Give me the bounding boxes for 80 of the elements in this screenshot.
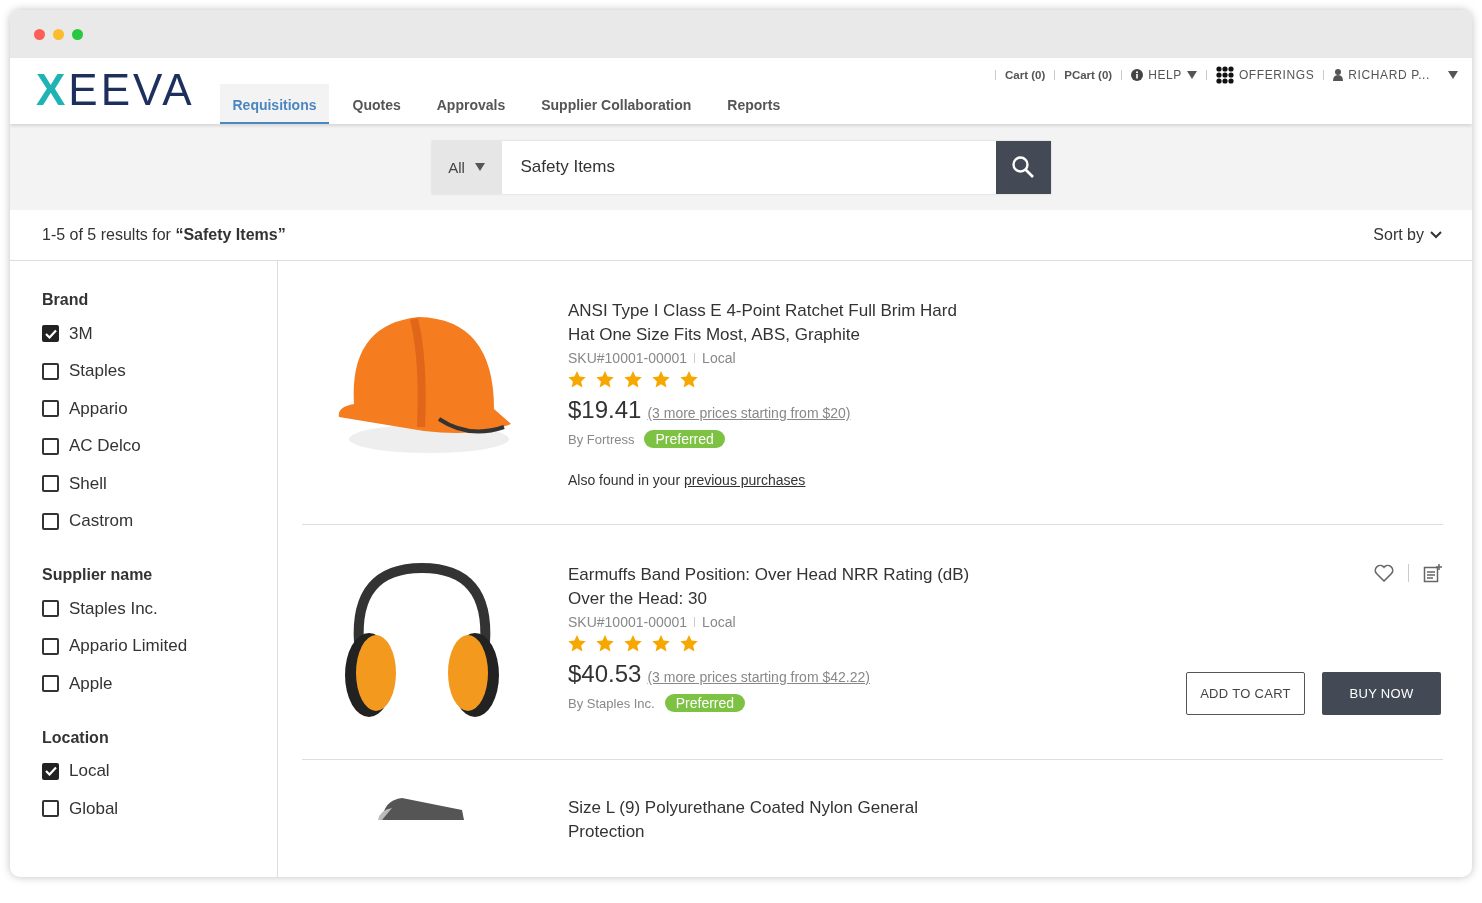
search-button[interactable] — [995, 140, 1051, 194]
star-icon — [624, 635, 642, 652]
supplier-name: By Fortress — [568, 431, 635, 447]
pcart-link[interactable]: PCart (0) — [1064, 69, 1113, 81]
info-icon — [1131, 69, 1144, 81]
star-icon — [624, 371, 642, 388]
filter-heading: Supplier name — [42, 566, 154, 584]
location-text: Local — [702, 614, 736, 630]
nav-tab[interactable]: Reports — [715, 84, 793, 124]
checkbox[interactable] — [42, 512, 59, 530]
filter-option-label[interactable]: Castrom — [69, 511, 134, 532]
star-icon — [680, 371, 698, 388]
nav-tab[interactable]: Quotes — [340, 84, 413, 124]
help-menu[interactable]: HELP — [1131, 68, 1197, 82]
checkbox[interactable] — [42, 800, 59, 818]
filter-option-label[interactable]: 3M — [69, 323, 93, 344]
sort-dropdown[interactable]: Sort by — [1373, 226, 1442, 244]
checkbox[interactable] — [42, 362, 59, 380]
cart-link[interactable]: Cart (0) — [1004, 69, 1046, 81]
checkbox[interactable] — [42, 475, 59, 493]
preferred-badge: Preferred — [664, 694, 746, 712]
more-prices-link[interactable]: (3 more prices starting from $42.22) — [647, 669, 870, 685]
grid-icon — [1215, 66, 1234, 84]
star-icon — [652, 371, 670, 388]
filter-option-label[interactable]: Shell — [69, 473, 107, 494]
filter-option-label[interactable]: Staples Inc. — [69, 598, 158, 619]
filter-option-label[interactable]: Local — [69, 761, 110, 782]
checkbox[interactable] — [42, 675, 59, 693]
filter-option-label[interactable]: Global — [69, 798, 119, 819]
star-icon — [568, 635, 586, 652]
chevron-icon — [1430, 231, 1442, 239]
location-text: Local — [702, 350, 736, 366]
nav-tab[interactable]: Approvals — [424, 84, 518, 124]
sku-text: SKU#10001-00001 — [568, 614, 688, 630]
preferred-badge: Preferred — [644, 430, 725, 448]
filter-option-label[interactable]: Apple — [69, 673, 113, 694]
previous-purchases-link[interactable]: previous purchases — [683, 472, 806, 488]
more-prices-link[interactable]: (3 more prices starting from $20) — [647, 405, 851, 421]
user-menu[interactable]: RICHARD P... — [1333, 68, 1458, 82]
add-to-cart-button[interactable]: ADD TO CART — [1186, 672, 1305, 715]
product-title[interactable]: ANSI Type I Class E 4-Point Ratchet Full Brim Hard Hat One Size Fits Most, ABS, Graphite — [568, 299, 988, 347]
star-icon — [680, 635, 698, 652]
filter-option-label[interactable]: AC Delco — [69, 436, 141, 457]
search-field[interactable]: Safety Items — [501, 140, 996, 194]
results-summary: 1-5 of 5 results for “Safety Items” — [42, 226, 286, 244]
search-icon — [1012, 156, 1034, 178]
filter-heading: Location — [42, 728, 110, 747]
price: $19.41 — [568, 396, 642, 424]
offerings-menu[interactable]: OFFERINGS — [1215, 66, 1315, 84]
xeeva-logo[interactable]: XEEVA — [10, 58, 221, 112]
filter-option-label[interactable]: Appario Limited — [69, 636, 188, 657]
product-title[interactable]: Earmuffs Band Position: Over Head NRR Rating (dB) Over the Head: 30 — [568, 563, 988, 611]
product-title[interactable]: Size L (9) Polyurethane Coated Nylon General Protection — [568, 796, 988, 844]
star-icon — [596, 635, 614, 652]
checkbox[interactable] — [42, 325, 59, 343]
checkbox[interactable] — [42, 762, 59, 780]
filter-option-label[interactable]: Appario — [69, 398, 128, 419]
star-icon — [568, 371, 586, 388]
caret-icon — [1448, 71, 1458, 79]
filter-heading: Brand — [42, 291, 90, 309]
checkbox[interactable] — [42, 600, 59, 618]
star-icon — [596, 371, 614, 388]
scope-dropdown[interactable]: All — [431, 140, 502, 194]
nav-tab[interactable]: Supplier Collaboration — [529, 84, 704, 124]
caret-icon — [1186, 71, 1197, 79]
user-icon — [1333, 69, 1344, 81]
supplier-name: By Staples Inc. — [568, 695, 655, 711]
also-found-note: Also found in your previous purchases — [568, 472, 807, 488]
checkbox[interactable] — [42, 400, 59, 418]
add-to-list-icon[interactable] — [1423, 563, 1443, 583]
filter-option-label[interactable]: Staples — [69, 361, 126, 382]
checkbox[interactable] — [42, 437, 59, 455]
heart-icon[interactable] — [1374, 564, 1394, 582]
buy-now-button[interactable]: BUY NOW — [1322, 672, 1441, 715]
caret-icon — [474, 163, 485, 171]
checkbox[interactable] — [42, 637, 59, 655]
price: $40.53 — [568, 660, 642, 688]
close-window-button[interactable] — [34, 28, 45, 40]
sku-text: SKU#10001-00001 — [568, 350, 688, 366]
star-icon — [652, 635, 670, 652]
